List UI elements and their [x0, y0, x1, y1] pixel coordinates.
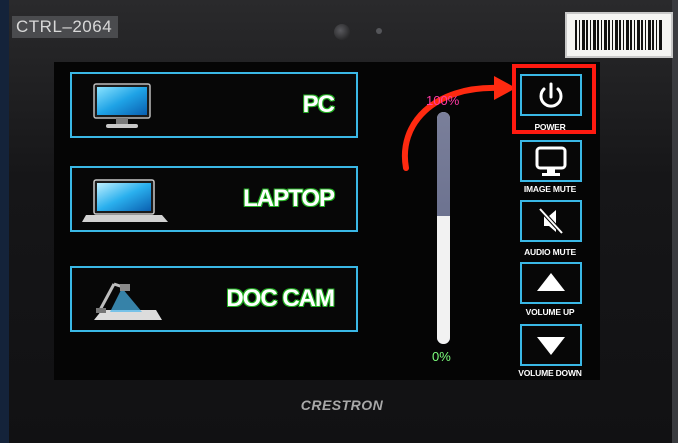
- triangle-up-icon: [537, 273, 565, 291]
- triangle-down-icon: [537, 337, 565, 355]
- volume-level-fill: [437, 216, 450, 344]
- monitor-icon: [93, 83, 151, 128]
- volume-min-label: 0%: [432, 349, 451, 364]
- source-label-laptop: LAPTOP: [243, 185, 335, 212]
- touch-screen: PC LAPTOP DOC CAM 100% 0% POWER IMAGE MU…: [54, 62, 600, 380]
- annotation-arrow: [401, 76, 516, 171]
- source-button-laptop[interactable]: LAPTOP: [70, 166, 358, 232]
- image-mute-button[interactable]: [520, 140, 582, 182]
- model-label: CTRL–2064: [12, 16, 118, 38]
- laptop-icon: [82, 179, 168, 222]
- source-label-pc: PC: [302, 91, 335, 118]
- barcode-sticker: [565, 12, 673, 58]
- power-icon: [539, 82, 563, 108]
- volume-down-label: VOLUME DOWN: [518, 368, 582, 378]
- source-label-doc-cam: DOC CAM: [226, 285, 335, 312]
- sensor-dot: [376, 28, 382, 34]
- image-mute-label: IMAGE MUTE: [523, 184, 577, 194]
- source-button-doc-cam[interactable]: DOC CAM: [70, 266, 358, 332]
- source-button-pc[interactable]: PC: [70, 72, 358, 138]
- volume-slider[interactable]: [437, 112, 450, 344]
- audio-mute-button[interactable]: [520, 200, 582, 242]
- volume-down-button[interactable]: [520, 324, 582, 366]
- camera-lens-icon: [334, 24, 350, 40]
- audio-mute-label: AUDIO MUTE: [524, 247, 576, 257]
- frame-left-edge: [0, 0, 9, 443]
- document-camera-icon: [94, 282, 162, 320]
- volume-up-button[interactable]: [520, 262, 582, 304]
- display-icon: [535, 146, 567, 176]
- power-label: POWER: [534, 122, 566, 132]
- volume-max-label: 100%: [426, 93, 460, 108]
- speaker-muted-icon: [538, 207, 564, 235]
- brand-logo: CRESTRON: [300, 397, 384, 413]
- power-button[interactable]: [520, 74, 582, 116]
- volume-up-label: VOLUME UP: [525, 307, 575, 317]
- frame-right-edge: [672, 0, 678, 443]
